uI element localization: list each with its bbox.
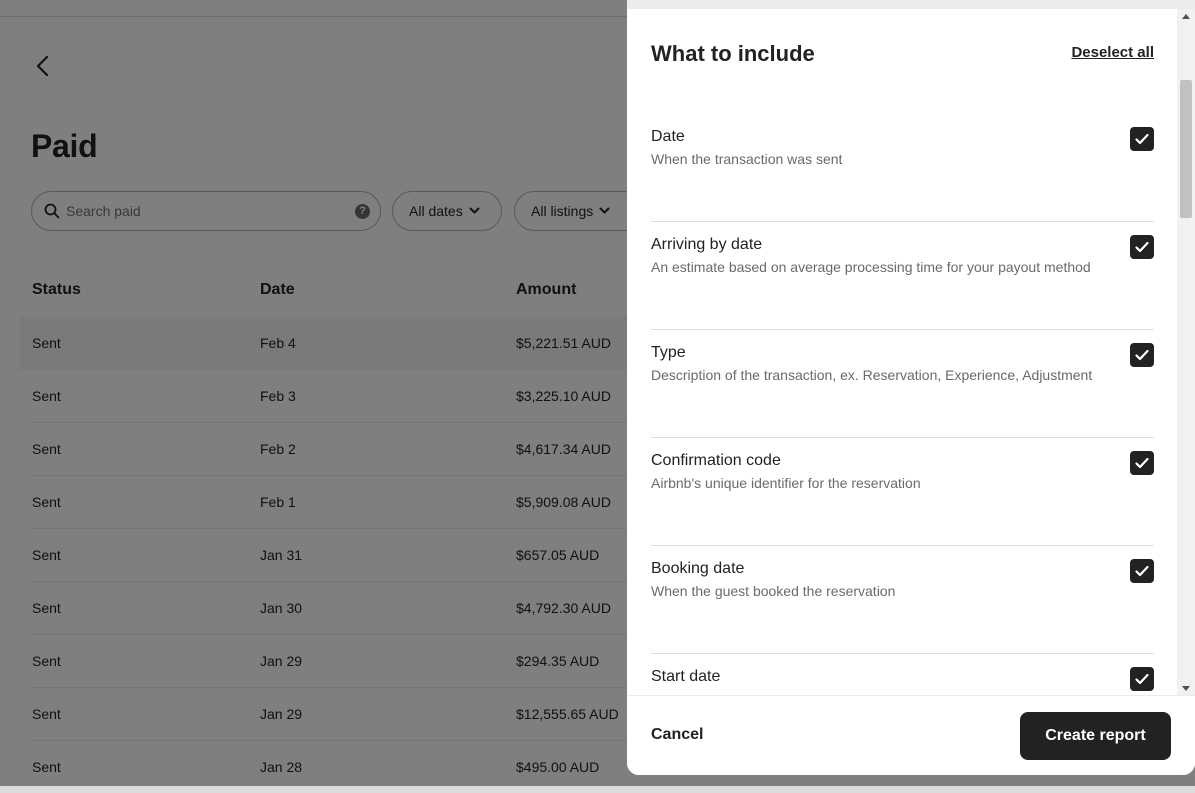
- option-label: Arriving by date: [651, 236, 763, 253]
- option-confirmation-code[interactable]: Confirmation code Airbnb's unique identi…: [651, 438, 1154, 546]
- create-report-button[interactable]: Create report: [1020, 712, 1171, 760]
- option-checkbox[interactable]: [1130, 127, 1154, 151]
- scrollbar-thumb[interactable]: [1180, 80, 1192, 218]
- checkmark-icon: [1135, 241, 1149, 253]
- option-checkbox[interactable]: [1130, 559, 1154, 583]
- option-label: Type: [651, 344, 686, 361]
- panel-top-strip: [627, 0, 1195, 9]
- deselect-all-button[interactable]: Deselect all: [1071, 44, 1154, 61]
- panel-heading: What to include: [651, 41, 815, 66]
- option-label: Booking date: [651, 560, 745, 577]
- checkmark-icon: [1135, 133, 1149, 145]
- option-start-date[interactable]: Start date: [651, 654, 1154, 695]
- option-description: When the guest booked the reservation: [651, 583, 896, 599]
- window-bottom-edge: [0, 786, 1195, 793]
- cancel-button[interactable]: Cancel: [651, 726, 703, 744]
- checkmark-icon: [1135, 673, 1149, 685]
- option-label: Date: [651, 128, 685, 145]
- option-description: Airbnb's unique identifier for the reser…: [651, 475, 921, 491]
- option-description: When the transaction was sent: [651, 151, 843, 167]
- option-checkbox[interactable]: [1130, 235, 1154, 259]
- option-arriving-by-date[interactable]: Arriving by date An estimate based on av…: [651, 222, 1154, 330]
- checkmark-icon: [1135, 457, 1149, 469]
- option-description: An estimate based on average processing …: [651, 259, 1091, 275]
- checkmark-icon: [1135, 565, 1149, 577]
- options-scroll-area[interactable]: What to include Deselect all Date When t…: [627, 9, 1177, 695]
- option-label: Start date: [651, 668, 721, 685]
- option-label: Confirmation code: [651, 452, 781, 469]
- panel-footer: Cancel Create report: [627, 695, 1195, 775]
- report-options-panel: What to include Deselect all Date When t…: [627, 0, 1195, 775]
- option-booking-date[interactable]: Booking date When the guest booked the r…: [651, 546, 1154, 654]
- option-checkbox[interactable]: [1130, 343, 1154, 367]
- option-type[interactable]: Type Description of the transaction, ex.…: [651, 330, 1154, 438]
- checkmark-icon: [1135, 349, 1149, 361]
- option-checkbox[interactable]: [1130, 667, 1154, 691]
- option-description: Description of the transaction, ex. Rese…: [651, 367, 1093, 383]
- panel-scrollbar[interactable]: [1177, 9, 1195, 695]
- scroll-up-arrow-icon[interactable]: [1177, 9, 1195, 23]
- scroll-down-arrow-icon[interactable]: [1177, 681, 1195, 695]
- option-checkbox[interactable]: [1130, 451, 1154, 475]
- option-date[interactable]: Date When the transaction was sent: [651, 114, 1154, 222]
